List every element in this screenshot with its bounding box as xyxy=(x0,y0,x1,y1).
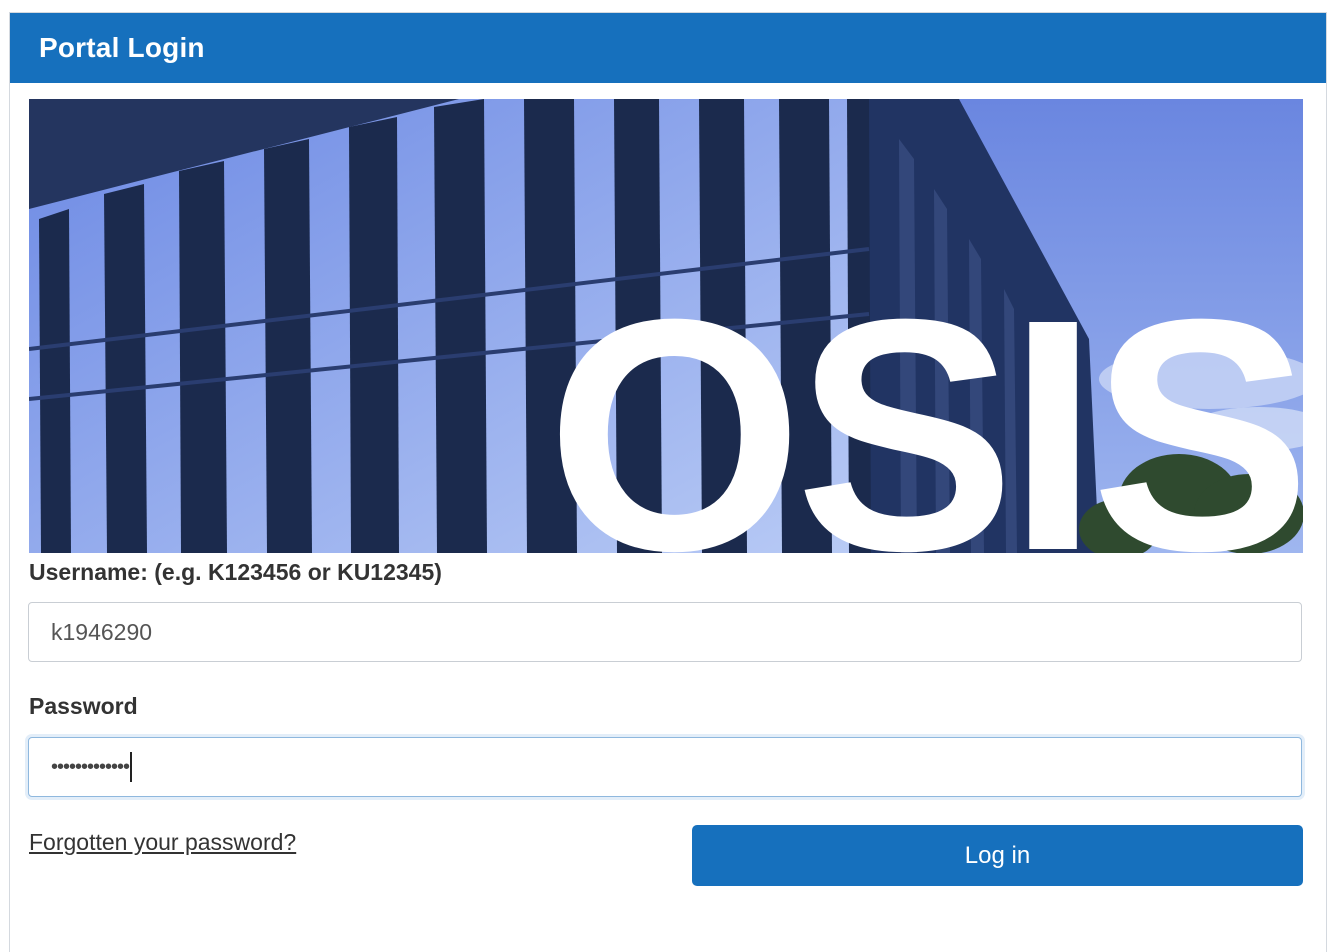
forgot-password-link[interactable]: Forgotten your password? xyxy=(29,829,296,856)
username-input[interactable] xyxy=(28,602,1302,662)
password-masked-value: ••••••••••••• xyxy=(51,755,130,778)
username-label: Username: (e.g. K123456 or KU12345) xyxy=(29,559,442,585)
panel-header: Portal Login xyxy=(10,13,1326,83)
banner-image: OSIS xyxy=(29,99,1303,553)
password-label: Password xyxy=(29,693,138,719)
password-input[interactable]: ••••••••••••• xyxy=(28,737,1302,797)
panel-title: Portal Login xyxy=(39,32,205,63)
text-caret xyxy=(130,752,133,782)
login-button[interactable]: Log in xyxy=(692,825,1303,886)
osis-logo: OSIS xyxy=(546,250,1303,553)
building-photo: OSIS xyxy=(29,99,1303,553)
